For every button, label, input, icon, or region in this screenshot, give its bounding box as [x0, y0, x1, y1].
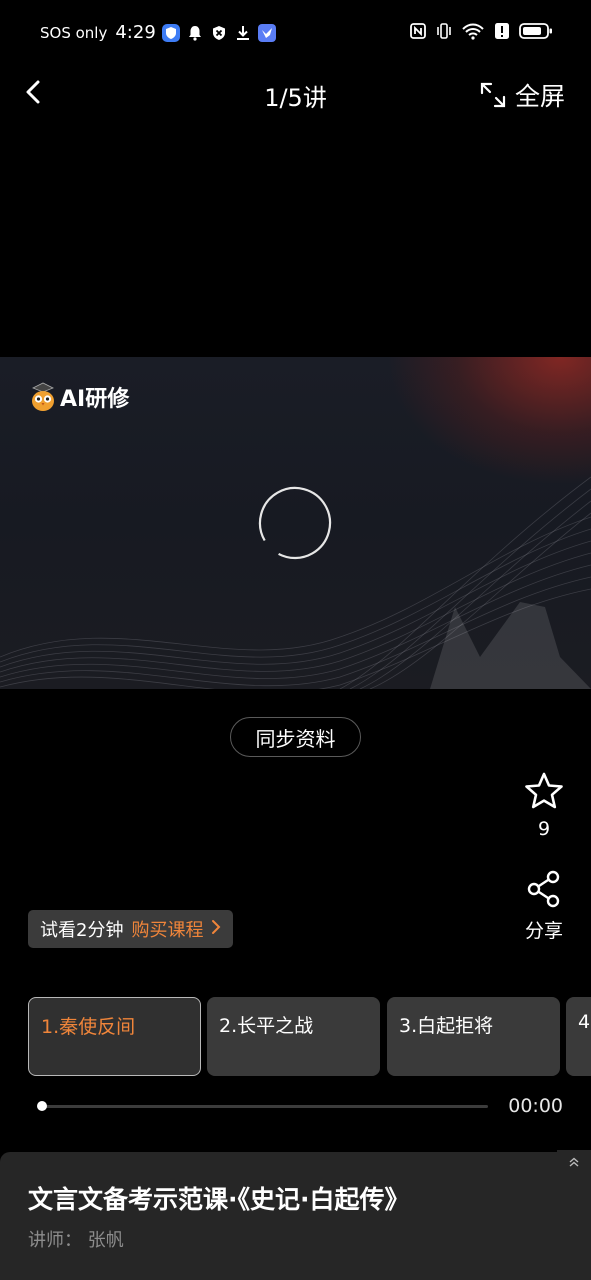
episode-item[interactable]: 2.长平之战 — [207, 997, 380, 1076]
vibrate-icon — [435, 22, 453, 40]
buy-course-link[interactable]: 购买课程 — [131, 916, 203, 942]
collapse-sheet-button[interactable] — [557, 1150, 591, 1174]
chevron-right-icon — [211, 919, 221, 940]
wifi-6-icon — [461, 22, 485, 40]
x-circle-icon — [210, 24, 228, 42]
video-player[interactable]: AI研修 — [0, 357, 591, 689]
sync-materials-button[interactable]: 同步资料 — [230, 717, 361, 757]
share-label: 分享 — [524, 920, 563, 942]
owl-mascot-icon — [32, 382, 54, 411]
progress-bar[interactable] — [40, 1105, 488, 1108]
brand-logo-text: AI研修 — [60, 387, 130, 412]
progress-handle[interactable] — [37, 1101, 47, 1111]
share-button[interactable]: 分享 — [518, 868, 570, 943]
battery-icon — [519, 22, 553, 40]
trial-text: 试看2分钟 — [40, 920, 124, 941]
expand-icon — [480, 82, 506, 108]
episode-label: 3.白起拒将 — [399, 1015, 494, 1037]
course-title: 文言文备考示范课·《史记·白起传》 — [28, 1185, 410, 1214]
course-info-sheet[interactable] — [0, 1152, 591, 1280]
episode-item[interactable]: 3.白起拒将 — [387, 997, 560, 1076]
trial-banner[interactable]: 试看2分钟 购买课程 — [28, 910, 234, 948]
bird-app-icon — [257, 23, 276, 42]
carrier-text: SOS only — [40, 23, 108, 42]
episode-label: 1.秦使反间 — [41, 1016, 136, 1038]
nfc-icon — [409, 22, 427, 40]
alert-icon — [493, 22, 511, 40]
shield-app-icon — [161, 23, 180, 42]
episode-list[interactable]: 1.秦使反间 2.长平之战 3.白起拒将 4 — [28, 997, 591, 1077]
clock: 4:29 — [115, 22, 156, 43]
brand-logo: AI研修 — [30, 381, 129, 413]
share-icon — [527, 870, 560, 908]
fullscreen-label: 全屏 — [514, 82, 565, 111]
episode-label: 2.长平之战 — [219, 1015, 314, 1037]
episode-item[interactable]: 1.秦使反间 — [28, 997, 201, 1076]
status-bar: SOS only 4:29 — [0, 0, 591, 66]
episode-label: 4 — [578, 1011, 591, 1033]
favorite-button[interactable]: 9 — [520, 770, 568, 840]
teacher-name: 讲师： 张帆 — [28, 1230, 124, 1251]
notification-bell-icon — [186, 24, 204, 42]
download-icon — [234, 24, 252, 42]
fullscreen-button[interactable]: 全屏 — [479, 77, 565, 113]
star-icon — [525, 772, 563, 809]
favorite-count: 9 — [537, 818, 551, 840]
current-time: 00:00 — [508, 1095, 563, 1117]
episode-item[interactable]: 4 — [566, 997, 591, 1076]
loading-spinner-icon — [258, 486, 332, 560]
double-chevron-up-icon — [569, 1157, 579, 1167]
